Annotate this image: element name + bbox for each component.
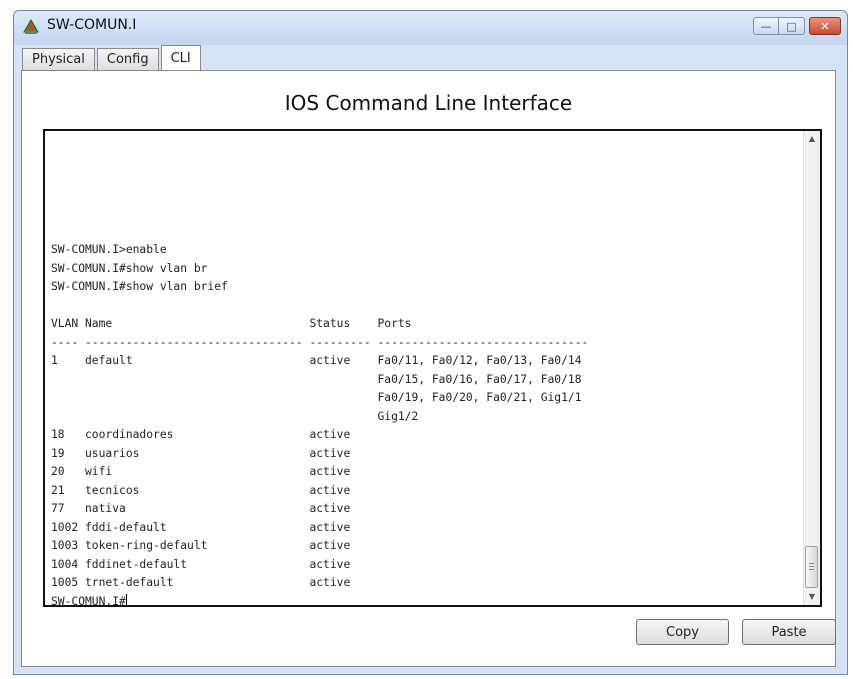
tab-bar: Physical Config CLI bbox=[22, 45, 203, 70]
terminal-console[interactable]: SW-COMUN.I>enable SW-COMUN.I#show vlan b… bbox=[43, 129, 822, 607]
scroll-down-arrow-icon[interactable]: ▼ bbox=[804, 589, 820, 605]
text-cursor bbox=[125, 593, 127, 605]
scrollbar-thumb[interactable] bbox=[805, 546, 818, 588]
network-switch-icon bbox=[23, 19, 39, 34]
paste-button[interactable]: Paste bbox=[742, 619, 836, 645]
grip-icon bbox=[809, 563, 814, 564]
terminal-output: SW-COMUN.I>enable SW-COMUN.I#show vlan b… bbox=[51, 243, 588, 589]
tab-physical[interactable]: Physical bbox=[22, 48, 95, 70]
tab-cli[interactable]: CLI bbox=[160, 45, 201, 70]
terminal-line: Fa0/19, Fa0/20, Fa0/21, Gig1/1 bbox=[377, 391, 582, 404]
terminal-line: 21 tecnicos active bbox=[51, 483, 351, 497]
terminal-line: VLAN Name Status Ports bbox=[51, 317, 412, 330]
terminal-line: Fa0/15, Fa0/16, Fa0/17, Fa0/18 bbox=[377, 372, 582, 386]
terminal-line: 1004 fddinet-default active bbox=[51, 557, 351, 571]
window-title: SW-COMUN.I bbox=[47, 17, 137, 33]
close-button[interactable]: ✕ bbox=[809, 17, 841, 35]
terminal-line: SW-COMUN.I#show vlan br bbox=[51, 261, 208, 275]
terminal-text[interactable]: SW-COMUN.I>enable SW-COMUN.I#show vlan b… bbox=[51, 241, 588, 607]
maximize-button[interactable]: □ bbox=[779, 17, 805, 35]
terminal-line: 18 coordinadores active bbox=[51, 428, 351, 441]
terminal-line: SW-COMUN.I>enable bbox=[51, 243, 167, 256]
cli-heading: IOS Command Line Interface bbox=[284, 91, 573, 115]
window-controls: — □ ✕ bbox=[753, 17, 841, 35]
terminal-line: SW-COMUN.I#show vlan brief bbox=[51, 280, 228, 293]
terminal-line: 19 usuarios active bbox=[51, 446, 351, 460]
terminal-line: ---- -------------------------------- --… bbox=[51, 335, 589, 349]
close-icon: ✕ bbox=[820, 19, 830, 33]
terminal-line: 1 default active Fa0/11, Fa0/12, Fa0/13,… bbox=[51, 354, 582, 367]
scroll-up-arrow-icon[interactable]: ▲ bbox=[804, 131, 820, 147]
terminal-line: 1003 token-ring-default active bbox=[51, 539, 351, 552]
copy-button[interactable]: Copy bbox=[636, 619, 729, 645]
terminal-line: 77 nativa active bbox=[51, 502, 351, 515]
cli-window: SW-COMUN.I — □ ✕ Physical Config CLI IOS… bbox=[13, 10, 848, 675]
terminal-scrollbar[interactable]: ▲ ▼ bbox=[803, 131, 820, 605]
title-bar[interactable]: SW-COMUN.I — □ ✕ bbox=[14, 11, 847, 45]
terminal-line: 20 wifi active bbox=[51, 465, 351, 478]
maximize-icon: □ bbox=[786, 19, 797, 33]
tab-config[interactable]: Config bbox=[96, 48, 159, 70]
terminal-line: Gig1/2 bbox=[377, 409, 419, 423]
minimize-icon: — bbox=[760, 19, 772, 33]
minimize-button[interactable]: — bbox=[753, 17, 779, 35]
terminal-line: 1002 fddi-default active bbox=[51, 520, 351, 534]
cli-panel: IOS Command Line Interface SW-COMUN.I>en… bbox=[21, 70, 836, 667]
terminal-line: 1005 trnet-default active bbox=[51, 576, 351, 589]
terminal-prompt: SW-COMUN.I# bbox=[51, 594, 126, 607]
